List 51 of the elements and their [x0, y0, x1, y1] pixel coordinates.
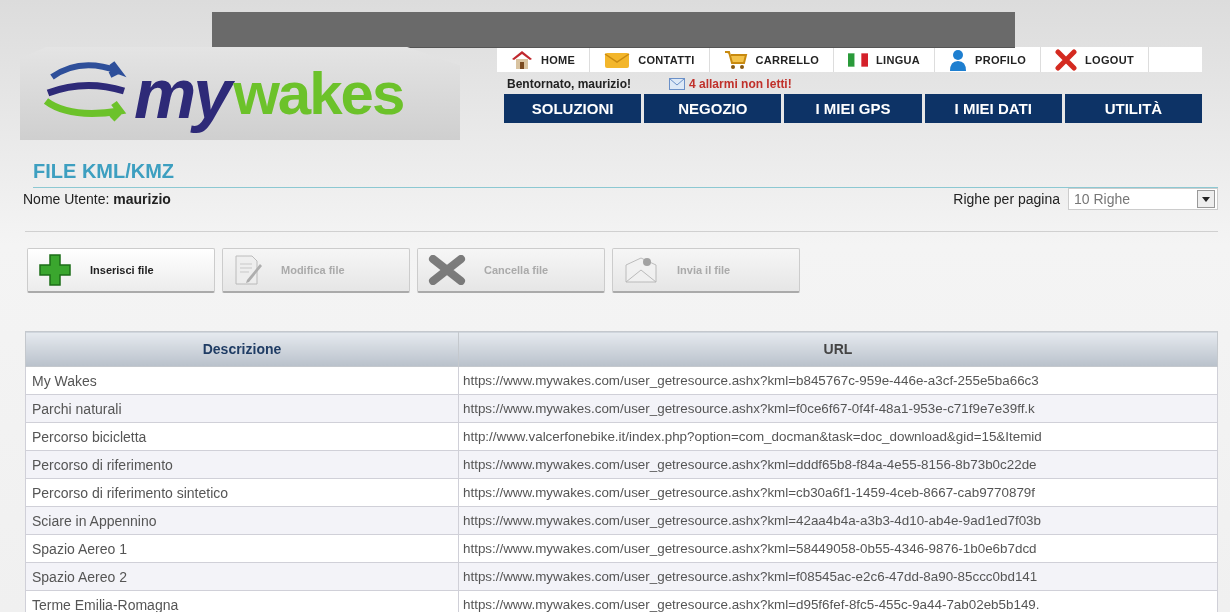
column-header: URL [458, 331, 1218, 367]
action-button[interactable]: Inserisci file [27, 248, 215, 293]
table-cell: https://www.mywakes.com/user_getresource.ashx?kml=42aa4b4a-a3b3-4d10-ab4e-9ad1ed7f03b [458, 506, 1218, 535]
table-cell: Percorso bicicletta [25, 422, 459, 451]
menu-item[interactable]: I MIEI DATI [924, 94, 1062, 123]
cart-icon [723, 49, 748, 70]
table-cell: https://www.mywakes.com/user_getresource.ashx?kml=f0ce6f67-0f4f-48a1-953e-c71f9e7e39ff.k [458, 394, 1218, 423]
table-cell: Percorso di riferimento sintetico [25, 478, 459, 507]
user-icon [949, 48, 968, 71]
welcome-text: Bentornato, maurizio! [507, 77, 631, 91]
nav-link[interactable]: PROFILO [935, 47, 1042, 72]
envelope-icon [604, 50, 631, 69]
flag-icon [848, 52, 869, 67]
plus-icon [38, 253, 72, 287]
table-cell: Spazio Aereo 1 [25, 534, 459, 563]
alerts-link[interactable]: 4 allarmi non letti! [669, 77, 792, 91]
rows-per-page-label: Righe per pagina [953, 191, 1060, 207]
close-icon [1055, 48, 1078, 71]
cross-icon [428, 255, 466, 285]
menu-item[interactable]: UTILITÀ [1064, 94, 1202, 123]
table-cell: https://www.mywakes.com/user_getresource.ashx?kml=58449058-0b55-4346-9876-1b0e6b7dcd [458, 534, 1218, 563]
table-cell: https://www.mywakes.com/user_getresource.ashx?kml=b845767c-959e-446e-a3cf-255e5ba66c3 [458, 366, 1218, 395]
table-cell: https://www.mywakes.com/user_getresource.ashx?kml=f08545ac-e2c6-47dd-8a90-85ccc0bd141 [458, 562, 1218, 591]
table-cell: http://www.valcerfonebike.it/index.php?option=com_docman&task=doc_download&gid=15&Itemid [458, 422, 1218, 451]
user-name-text: Nome Utente: maurizio [23, 191, 171, 207]
table-cell: Spazio Aereo 2 [25, 562, 459, 591]
nav-link[interactable]: LOGOUT [1041, 47, 1149, 72]
table-cell: https://www.mywakes.com/user_getresource.ashx?kml=dddf65b8-f84a-4e55-8156-8b73b0c22de [458, 450, 1218, 479]
logo-text: wakes [233, 63, 404, 124]
menu-item[interactable]: I MIEI GPS [784, 94, 922, 123]
table-cell: https://www.mywakes.com/user_getresource.ashx?kml=d95f6fef-8fc5-455c-9a44-7ab02eb5b149. [458, 590, 1218, 612]
nav-link[interactable]: HOME [497, 47, 591, 72]
house-icon [511, 49, 533, 70]
envelope-icon [623, 255, 659, 285]
caret-icon [1202, 196, 1210, 202]
column-header: Descrizione [25, 331, 459, 367]
table-cell: Percorso di riferimento [25, 450, 459, 479]
table-cell: Terme Emilia-Romagna [25, 590, 459, 612]
table-cell: https://www.mywakes.com/user_getresource.ashx?kml=cb30a6f1-1459-4ceb-8667-cab9770879f [458, 478, 1218, 507]
document-pencil-icon [233, 254, 263, 286]
envelope-icon [669, 78, 685, 90]
nav-link[interactable]: LINGUA [834, 47, 936, 72]
page-title: FILE KML/KMZ [33, 160, 175, 184]
rows-per-page-select[interactable]: 10 Righe [1068, 188, 1218, 210]
nav-link[interactable]: CONTATTI [590, 47, 710, 72]
table-cell: Sciare in Appennino [25, 506, 459, 535]
menu-item[interactable]: NEGOZIO [644, 94, 782, 123]
nav-link[interactable]: CARRELLO [709, 47, 835, 72]
table-cell: Parchi naturali [25, 394, 459, 423]
menu-item[interactable]: SOLUZIONI [504, 94, 642, 123]
table-cell: My Wakes [25, 366, 459, 395]
